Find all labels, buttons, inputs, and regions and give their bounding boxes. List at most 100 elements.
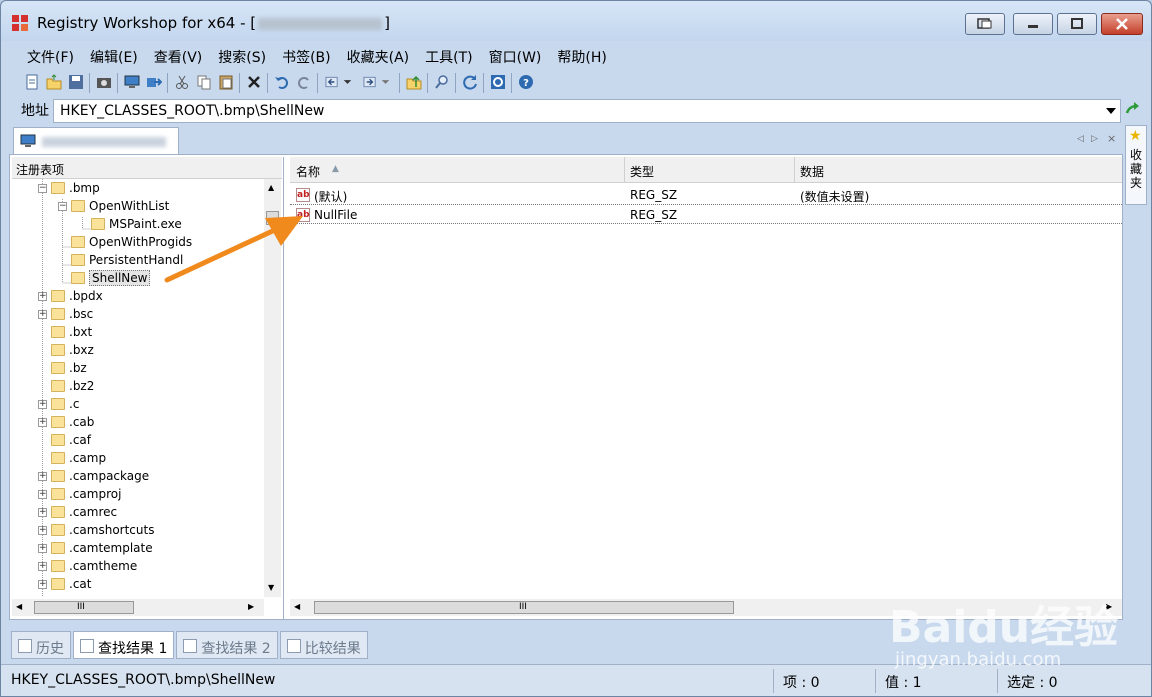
menu-favorites[interactable]: 收藏夹(A) — [339, 43, 418, 67]
column-separator[interactable] — [624, 157, 625, 183]
tree-item[interactable]: .bxt — [38, 323, 92, 341]
favorites-side-tab[interactable]: ★ 收藏夹 — [1125, 125, 1147, 205]
menu-tools[interactable]: 工具(T) — [417, 43, 480, 67]
tab-search-results-1[interactable]: 查找结果 1 — [73, 631, 175, 659]
expand-icon[interactable]: + — [38, 489, 47, 499]
tree-item[interactable]: − .bmp — [38, 179, 100, 197]
copy-button[interactable] — [195, 73, 213, 91]
undo-button[interactable] — [273, 73, 291, 91]
scroll-right-icon[interactable]: ▶ — [1106, 602, 1112, 611]
refresh-button[interactable] — [461, 73, 479, 91]
paste-button[interactable] — [217, 73, 235, 91]
scroll-left-icon[interactable]: ◀ — [294, 602, 300, 611]
tab-compare-results[interactable]: 比较结果 — [279, 631, 368, 659]
tree-item[interactable]: .caf — [38, 431, 91, 449]
tree-item[interactable]: .bz2 — [38, 377, 94, 395]
tab-search-results-2[interactable]: 查找结果 2 — [176, 631, 278, 659]
tree-item[interactable]: + .bpdx — [38, 287, 103, 305]
expand-icon[interactable]: + — [38, 579, 47, 589]
tab-scroll-left-icon[interactable]: ◁ — [1077, 134, 1084, 144]
snapshot-button[interactable] — [95, 73, 113, 91]
tree-item[interactable]: + .c — [38, 395, 79, 413]
value-row-selected[interactable]: ab NullFile REG_SZ — [290, 204, 1122, 224]
delete-button[interactable] — [245, 73, 263, 91]
expand-icon[interactable]: + — [38, 417, 47, 427]
scrollbar-thumb[interactable] — [266, 211, 279, 225]
scroll-right-icon[interactable]: ▶ — [248, 602, 254, 611]
tab-history[interactable]: 历史 — [11, 631, 71, 659]
tree-item[interactable]: + .camshortcuts — [38, 521, 154, 539]
maximize-button[interactable] — [1057, 13, 1097, 35]
column-data[interactable]: 数据 — [800, 163, 824, 180]
find-button[interactable] — [433, 73, 451, 91]
tree-item[interactable]: + .camtheme — [38, 557, 137, 575]
menu-window[interactable]: 窗口(W) — [481, 43, 550, 67]
tree-item[interactable]: + .bsc — [38, 305, 93, 323]
collapse-icon[interactable]: − — [38, 183, 47, 193]
tree-item-selected[interactable]: ShellNew — [58, 269, 151, 287]
connect-button[interactable] — [123, 73, 141, 91]
new-key-button[interactable] — [23, 73, 41, 91]
expand-icon[interactable]: + — [38, 471, 47, 481]
tab-scroll-right-icon[interactable]: ▷ — [1091, 134, 1098, 144]
tree-item[interactable]: + .camrec — [38, 503, 117, 521]
tree-item[interactable]: + .camtemplate — [38, 539, 153, 557]
tree-item[interactable]: + .campackage — [38, 467, 149, 485]
expand-icon[interactable]: + — [38, 507, 47, 517]
tree-item[interactable]: MSPaint.exe — [78, 215, 182, 233]
menu-view[interactable]: 查看(V) — [146, 43, 211, 67]
tree-item[interactable]: .bz — [38, 359, 87, 377]
help-button[interactable]: ? — [517, 73, 535, 91]
menu-bookmarks[interactable]: 书签(B) — [274, 43, 339, 67]
tab-close-icon[interactable]: × — [1107, 132, 1116, 145]
tree-item[interactable]: PersistentHandl — [58, 251, 183, 269]
save-button[interactable] — [67, 73, 85, 91]
expand-icon[interactable]: + — [38, 399, 47, 409]
address-bar[interactable]: HKEY_CLASSES_ROOT\.bmp\ShellNew — [53, 99, 1121, 123]
dropdown-arrow-icon[interactable] — [1106, 108, 1116, 114]
forward-button[interactable] — [361, 73, 395, 91]
scrollbar-thumb[interactable]: III — [314, 601, 734, 614]
collapse-icon[interactable]: − — [58, 201, 67, 211]
menu-search[interactable]: 搜索(S) — [210, 43, 274, 67]
tree-item[interactable]: OpenWithProgids — [58, 233, 192, 251]
tree-horizontal-scrollbar[interactable]: ◀ III ▶ — [12, 599, 264, 616]
column-separator[interactable] — [794, 157, 795, 183]
restore-window-button[interactable] — [965, 13, 1005, 35]
menu-help[interactable]: 帮助(H) — [549, 43, 614, 67]
expand-icon[interactable]: + — [38, 561, 47, 571]
tree-vertical-scrollbar[interactable]: ▲ ▼ — [264, 179, 281, 597]
value-row[interactable]: ab (默认) REG_SZ (数值未设置) — [290, 185, 1122, 205]
tree-item[interactable]: − OpenWithList — [58, 197, 169, 215]
scroll-left-icon[interactable]: ◀ — [16, 602, 22, 611]
up-level-button[interactable] — [405, 73, 423, 91]
close-button[interactable] — [1101, 13, 1143, 35]
column-type[interactable]: 类型 — [630, 163, 654, 180]
cut-button[interactable] — [173, 73, 191, 91]
back-button[interactable] — [323, 73, 357, 91]
blurred-computer-name — [42, 137, 166, 147]
tree-item[interactable]: .bxz — [38, 341, 94, 359]
menu-edit[interactable]: 编辑(E) — [82, 43, 146, 67]
minimize-button[interactable] — [1013, 13, 1053, 35]
expand-icon[interactable]: + — [38, 309, 47, 319]
export-button[interactable] — [145, 73, 163, 91]
tree-item[interactable]: + .cab — [38, 413, 94, 431]
scroll-up-icon[interactable]: ▲ — [268, 183, 274, 192]
scroll-down-icon[interactable]: ▼ — [268, 583, 274, 592]
tree-item[interactable]: + .camproj — [38, 485, 121, 503]
options-button[interactable] — [489, 73, 507, 91]
tree-item[interactable]: + .cat — [38, 575, 91, 593]
scrollbar-thumb[interactable]: III — [34, 601, 134, 614]
open-button[interactable] — [45, 73, 63, 91]
expand-icon[interactable]: + — [38, 525, 47, 535]
document-tab-computer[interactable] — [13, 127, 179, 154]
column-name[interactable]: 名称 — [296, 163, 320, 180]
expand-icon[interactable]: + — [38, 291, 47, 301]
go-arrow-icon[interactable] — [1125, 101, 1141, 117]
redo-button[interactable] — [295, 73, 313, 91]
expand-icon[interactable]: + — [38, 543, 47, 553]
values-horizontal-scrollbar[interactable]: ◀ III ▶ — [290, 599, 1122, 616]
tree-item[interactable]: .camp — [38, 449, 106, 467]
menu-file[interactable]: 文件(F) — [19, 43, 82, 67]
